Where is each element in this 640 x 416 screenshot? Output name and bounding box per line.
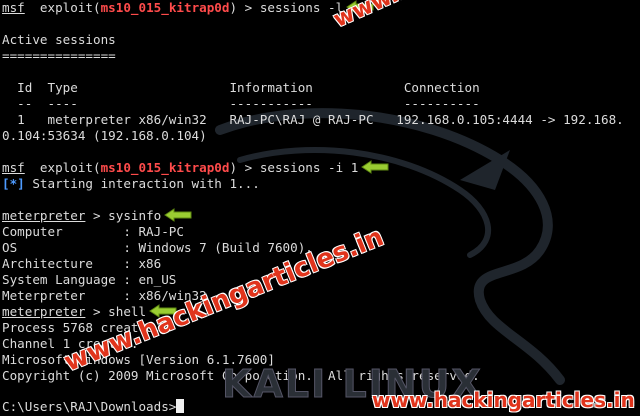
output-line: Copyright (c) 2009 Microsoft Corporation… [2,368,480,383]
text-cursor [176,399,185,413]
meterpreter-prompt: meterpreter [2,208,86,223]
module-name: ms10_015_kitrap0d [100,0,230,15]
terminal-line: msf exploit(ms10_015_kitrap0d) > session… [2,0,374,16]
table-header: Id Type Information Connection [2,80,480,95]
terminal-line: msf exploit(ms10_015_kitrap0d) > session… [2,160,389,176]
terminal-line: meterpreter > sysinfo [2,208,192,224]
command-text: > shell [85,304,147,319]
status-line: [*] Starting interaction with 1... [2,176,260,192]
command-text: ) > sessions -i 1 [229,160,359,175]
left-arrow-icon [149,304,177,318]
sysinfo-row: Computer : RAJ-PC [2,224,184,239]
info-marker: [*] [2,176,25,191]
command-text: exploit( [24,0,101,15]
msf-prompt: msf [2,0,25,15]
output-line: Microsoft Windows [Version 6.1.7600] [2,352,275,367]
terminal-line: meterpreter > shell [2,304,177,320]
sysinfo-row: Architecture : x86 [2,256,162,271]
terminal-window[interactable]: msf exploit(ms10_015_kitrap0d) > session… [0,0,640,416]
meterpreter-prompt: meterpreter [2,304,86,319]
sysinfo-row: Meterpreter : x86/win32 [2,288,207,303]
section-underline: =============== [2,48,116,63]
command-text: > sysinfo [85,208,162,223]
shell-prompt-text: C:\Users\RAJ\Downloads> [2,399,177,414]
module-name: ms10_015_kitrap0d [100,160,230,175]
table-separator: -- ---- ----------- ---------- [2,96,480,111]
table-row: 1 meterpreter x86/win32 RAJ-PC\RAJ @ RAJ… [2,112,624,127]
msf-prompt: msf [2,160,25,175]
table-row-wrap: 0.104:53634 (192.168.0.104) [2,128,207,143]
output-line: Process 5768 created. [2,320,162,335]
sysinfo-row: OS : Windows 7 (Build 7600). [2,240,313,255]
section-title: Active sessions [2,32,116,47]
command-text: exploit( [24,160,101,175]
status-text: Starting interaction with 1... [24,176,260,191]
command-text: ) > sessions -l [229,0,344,15]
left-arrow-icon [361,160,389,174]
output-line: Channel 1 created. [2,336,139,351]
left-arrow-icon [346,0,374,14]
shell-prompt[interactable]: C:\Users\RAJ\Downloads> [2,399,185,415]
sysinfo-row: System Language : en_US [2,272,177,287]
left-arrow-icon [164,208,192,222]
